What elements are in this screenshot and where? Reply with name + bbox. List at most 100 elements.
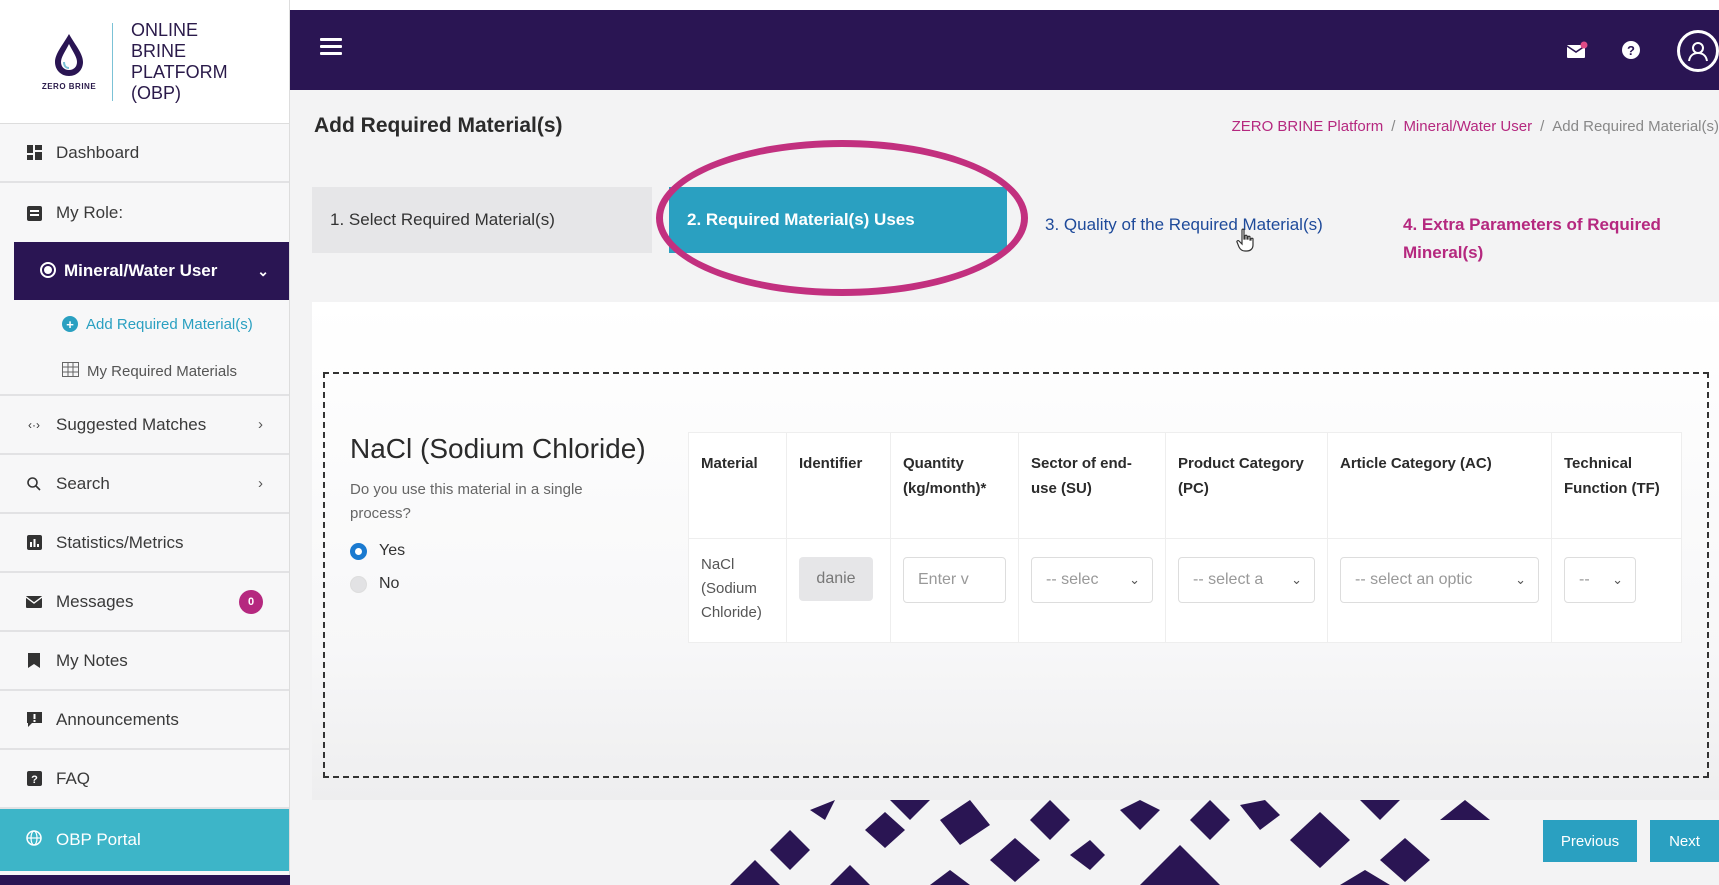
radio-no[interactable]: No xyxy=(350,575,399,593)
logo[interactable]: ZERO BRINE ONLINE BRINE PLATFORM (OBP) xyxy=(0,0,289,124)
breadcrumb-link-platform[interactable]: ZERO BRINE Platform xyxy=(1232,118,1384,135)
material-title: NaCl (Sodium Chloride) xyxy=(350,433,646,464)
page-title: Add Required Material(s) xyxy=(314,114,563,137)
cell-quantity: Enter v xyxy=(890,538,1019,643)
drop-icon xyxy=(55,34,83,76)
step-tab-extra-parameters[interactable]: 4. Extra Parameters of Required Mineral(… xyxy=(1385,187,1719,262)
article-category-select-value: -- select an optic xyxy=(1355,571,1473,588)
sidebar-item-faq[interactable]: ? FAQ xyxy=(0,750,289,809)
sidebar-item-label: Suggested Matches xyxy=(56,414,207,434)
sidebar-item-suggested-matches[interactable]: ‹·› Suggested Matches › xyxy=(0,396,289,455)
cell-sector: -- selec ⌄ xyxy=(1018,538,1166,643)
sidebar: ZERO BRINE ONLINE BRINE PLATFORM (OBP) D… xyxy=(0,0,290,885)
product-category-select[interactable]: -- select a ⌄ xyxy=(1178,557,1315,603)
sector-select[interactable]: -- selec ⌄ xyxy=(1031,557,1153,603)
logo-brand: ZERO BRINE xyxy=(41,82,97,91)
help-icon[interactable]: ? xyxy=(1617,36,1645,64)
radio-no-label: No xyxy=(379,575,400,592)
radio-dot-icon xyxy=(40,262,56,278)
top-navbar: ? xyxy=(290,10,1719,90)
sidebar-item-obp-portal[interactable]: OBP Portal xyxy=(0,809,289,871)
sidebar-item-label: Mineral/Water User xyxy=(64,261,218,280)
sidebar-item-label: My Role: xyxy=(56,202,124,222)
chevron-down-icon: ⌄ xyxy=(1515,572,1526,587)
sidebar-item-label: Statistics/Metrics xyxy=(56,532,184,552)
bookmark-icon xyxy=(26,653,42,669)
logo-title: ONLINE BRINE PLATFORM (OBP) xyxy=(131,19,228,103)
sidebar-footer-bar xyxy=(0,875,290,885)
col-header-product-category: Product Category (PC) xyxy=(1165,432,1328,539)
next-button[interactable]: Next xyxy=(1650,820,1719,862)
cell-product-category: -- select a ⌄ xyxy=(1165,538,1328,643)
id-card-icon xyxy=(26,205,42,221)
col-header-technical-function: Technical Function (TF) xyxy=(1551,432,1682,539)
cell-article-category: -- select an optic ⌄ xyxy=(1327,538,1552,643)
diamond-pattern-graphic xyxy=(730,800,1490,885)
sidebar-item-statistics[interactable]: Statistics/Metrics xyxy=(0,514,289,573)
breadcrumb-link-role[interactable]: Mineral/Water User xyxy=(1403,118,1532,135)
table-header-row: Material Identifier Quantity (kg/month)*… xyxy=(688,432,1682,539)
chevron-down-icon: ⌄ xyxy=(1612,572,1623,587)
svg-text:?: ? xyxy=(31,774,38,786)
envelope-icon xyxy=(26,594,42,610)
footer-decoration xyxy=(290,800,1719,885)
quantity-input[interactable]: Enter v xyxy=(903,557,1006,603)
identifier-field: danie xyxy=(799,557,873,601)
search-icon xyxy=(26,476,42,492)
col-header-identifier: Identifier xyxy=(786,432,891,539)
code-arrows-icon: ‹·› xyxy=(28,417,40,432)
messages-count-badge: 0 xyxy=(239,589,263,614)
chevron-down-icon: ⌄ xyxy=(1291,572,1302,587)
cell-identifier: danie xyxy=(786,538,891,643)
sidebar-item-label: Dashboard xyxy=(56,142,140,162)
sidebar-subitem-label: Add Required Material(s) xyxy=(86,315,253,333)
svg-text:?: ? xyxy=(1627,43,1635,58)
sidebar-item-dashboard[interactable]: Dashboard xyxy=(0,124,289,183)
sidebar-item-mineral-water-user[interactable]: Mineral/Water User ⌄ xyxy=(14,242,289,300)
chevron-down-icon: ⌄ xyxy=(257,262,269,279)
technical-function-select-value: -- xyxy=(1579,571,1590,588)
user-avatar-icon[interactable] xyxy=(1677,30,1719,72)
radio-no-control[interactable] xyxy=(350,575,367,593)
breadcrumb: ZERO BRINE Platform / Mineral/Water User / A… xyxy=(1232,118,1719,135)
sidebar-subitem-add-required-materials[interactable]: + Add Required Material(s) xyxy=(0,300,289,348)
sidebar-item-my-notes[interactable]: My Notes xyxy=(0,632,289,691)
step-tab-quality[interactable]: 3. Quality of the Required Material(s) xyxy=(1027,187,1357,253)
chevron-right-icon: › xyxy=(258,475,263,492)
sidebar-subitem-my-required-materials[interactable]: My Required Materials xyxy=(0,348,289,396)
col-header-sector: Sector of end-use (SU) xyxy=(1018,432,1166,539)
mail-notification-icon[interactable] xyxy=(1563,36,1591,64)
hand-cursor-icon xyxy=(1236,228,1254,258)
chart-icon xyxy=(26,535,42,551)
previous-button[interactable]: Previous xyxy=(1543,820,1637,862)
radio-yes[interactable]: Yes xyxy=(350,542,405,560)
sidebar-item-announcements[interactable]: Announcements xyxy=(0,691,289,750)
table-icon xyxy=(62,361,79,381)
chevron-right-icon: › xyxy=(258,416,263,433)
breadcrumb-current: Add Required Material(s) xyxy=(1552,118,1719,135)
sidebar-item-label: Announcements xyxy=(56,709,179,729)
sidebar-item-label: Messages xyxy=(56,591,134,611)
sidebar-item-label: Search xyxy=(56,473,110,493)
material-question: Do you use this material in a single pro… xyxy=(350,481,583,522)
sidebar-item-search[interactable]: Search › xyxy=(0,455,289,514)
breadcrumb-separator: / xyxy=(1391,118,1396,135)
highlight-ellipse-annotation xyxy=(656,140,1028,296)
sidebar-item-label: FAQ xyxy=(56,768,91,788)
material-uses-table: Material Identifier Quantity (kg/month)*… xyxy=(688,432,1682,643)
sidebar-item-my-role: My Role: xyxy=(0,183,289,242)
logo-mark: ZERO BRINE xyxy=(34,32,104,91)
step-tab-select-materials[interactable]: 1. Select Required Material(s) xyxy=(312,187,652,253)
radio-yes-control[interactable] xyxy=(350,542,367,560)
sidebar-item-messages[interactable]: Messages 0 xyxy=(0,573,289,632)
cell-technical-function: -- ⌄ xyxy=(1551,538,1682,643)
question-square-icon: ? xyxy=(26,771,42,787)
chevron-down-icon: ⌄ xyxy=(1129,572,1140,587)
technical-function-select[interactable]: -- ⌄ xyxy=(1564,557,1636,603)
article-category-select[interactable]: -- select an optic ⌄ xyxy=(1340,557,1539,603)
sidebar-subitem-label: My Required Materials xyxy=(87,362,238,380)
sidebar-item-label: OBP Portal xyxy=(56,830,141,849)
announcement-icon xyxy=(26,712,42,728)
breadcrumb-separator: / xyxy=(1540,118,1545,135)
hamburger-menu-icon[interactable] xyxy=(320,38,342,59)
